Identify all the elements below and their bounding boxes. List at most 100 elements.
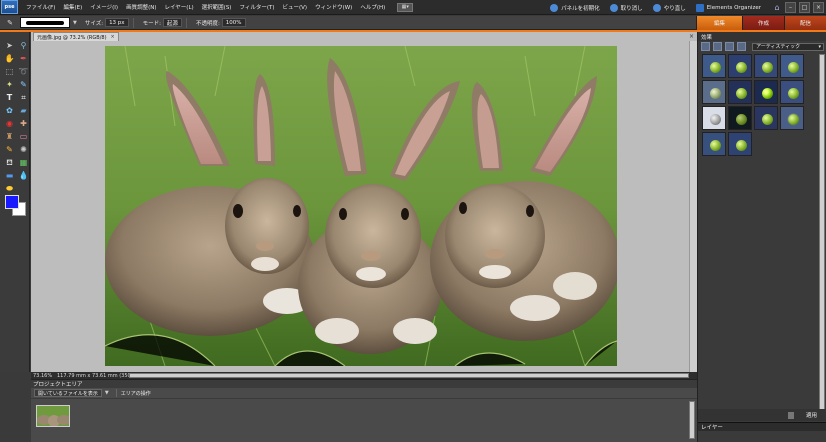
- menu-filter[interactable]: フィルター(T): [235, 3, 278, 11]
- gradient-tool-icon[interactable]: ▦: [18, 157, 29, 168]
- shape-tool-icon[interactable]: ▬: [4, 170, 15, 181]
- paint-bucket-tool-icon[interactable]: ⛾: [4, 157, 15, 168]
- quick-select-tool-icon[interactable]: ✎: [18, 79, 29, 90]
- sponge-tool-icon[interactable]: ⬬: [4, 183, 15, 194]
- effect-thumbnail[interactable]: [728, 132, 752, 156]
- hand-tool-icon[interactable]: ✋: [4, 53, 15, 64]
- effect-thumbnail[interactable]: [754, 106, 778, 130]
- effect-thumbnail[interactable]: [754, 54, 778, 78]
- reset-panels-icon: [550, 3, 559, 12]
- mode-tabs: 編集 作成 配信: [696, 16, 826, 30]
- effect-thumbnail[interactable]: [702, 132, 726, 156]
- menu-image[interactable]: イメージ(I): [86, 3, 122, 11]
- effects-panel-footer: 適用: [698, 409, 826, 421]
- menu-edit[interactable]: 編集(E): [59, 3, 86, 11]
- close-window-button[interactable]: ×: [813, 2, 824, 13]
- organizer-button[interactable]: Elements Organizer: [691, 3, 766, 12]
- chevron-down-icon[interactable]: ▼: [73, 20, 77, 26]
- undo-button[interactable]: 取り消し: [605, 3, 648, 12]
- maximize-button[interactable]: □: [799, 2, 810, 13]
- trash-icon[interactable]: [787, 411, 794, 419]
- effect-thumbnail[interactable]: [702, 54, 726, 78]
- effect-thumbnail[interactable]: [780, 106, 804, 130]
- effect-thumbnail[interactable]: [728, 80, 752, 104]
- zoom-tool-icon[interactable]: ⚲: [18, 40, 29, 51]
- menu-window[interactable]: ウィンドウ(W): [311, 3, 356, 11]
- show-open-files-select[interactable]: 開いているファイルを表示: [34, 389, 102, 397]
- project-thumbnail[interactable]: [36, 405, 70, 427]
- effect-thumbnail[interactable]: [728, 106, 752, 130]
- menu-file[interactable]: ファイル(F): [22, 3, 59, 11]
- photo-effects-icon[interactable]: [725, 42, 734, 51]
- close-icon[interactable]: ×: [111, 34, 115, 40]
- effect-thumbnail[interactable]: [780, 80, 804, 104]
- eraser-tool-icon[interactable]: ▭: [18, 131, 29, 142]
- app-window: pse ファイル(F) 編集(E) イメージ(I) 画質調整(N) レイヤー(L…: [0, 0, 826, 442]
- menu-view[interactable]: ビュー(V): [279, 3, 312, 11]
- effect-thumbnail[interactable]: [754, 80, 778, 104]
- healing-brush-tool-icon[interactable]: ✚: [18, 118, 29, 129]
- straighten-tool-icon[interactable]: ▰: [18, 105, 29, 116]
- blur-tool-icon[interactable]: 💧: [18, 170, 29, 181]
- eyedropper-tool-icon[interactable]: ✒: [18, 53, 29, 64]
- close-document-button[interactable]: ×: [689, 33, 694, 40]
- effect-thumbnail[interactable]: [780, 54, 804, 78]
- brush-preset-picker[interactable]: [20, 17, 70, 28]
- smart-brush-tool-icon[interactable]: ✺: [18, 144, 29, 155]
- mode-select[interactable]: 起源: [162, 18, 182, 27]
- chevron-down-icon: ▾: [818, 43, 821, 50]
- marquee-tool-icon[interactable]: ⬚: [4, 66, 15, 77]
- brush-tool-icon-palette[interactable]: ✎: [4, 144, 15, 155]
- cookie-cutter-tool-icon[interactable]: ✿: [4, 105, 15, 116]
- magic-wand-tool-icon[interactable]: ✦: [4, 79, 15, 90]
- clone-stamp-tool-icon[interactable]: ♜: [4, 131, 15, 142]
- redo-label: やり直し: [663, 5, 686, 12]
- menu-enhance[interactable]: 画質調整(N): [122, 3, 160, 11]
- organizer-label: Elements Organizer: [706, 4, 761, 11]
- minimize-button[interactable]: –: [785, 2, 796, 13]
- crop-tool-icon[interactable]: ⌗: [18, 92, 29, 103]
- type-tool-icon[interactable]: T: [4, 92, 15, 103]
- effect-thumbnail[interactable]: [702, 80, 726, 104]
- redo-button[interactable]: やり直し: [648, 3, 691, 12]
- effect-thumbnail[interactable]: [702, 106, 726, 130]
- move-tool-icon[interactable]: ➤: [4, 40, 15, 51]
- lasso-tool-icon[interactable]: ➰: [18, 66, 29, 77]
- size-field[interactable]: 13 px: [105, 18, 129, 27]
- menu-layer[interactable]: レイヤー(L): [160, 3, 197, 11]
- menu-help[interactable]: ヘルプ(H): [356, 3, 389, 11]
- effect-thumbnail[interactable]: [728, 54, 752, 78]
- chevron-down-icon[interactable]: ▼: [105, 390, 109, 396]
- brush-tool-icon[interactable]: ✎: [4, 17, 16, 29]
- document-area: 元画像.jpg @ 73.2% (RGB/8) × ×: [31, 32, 697, 372]
- foreground-color-swatch[interactable]: [5, 195, 19, 209]
- size-label: サイズ:: [84, 20, 104, 27]
- image-canvas[interactable]: [105, 46, 617, 366]
- filters-icon[interactable]: [701, 42, 710, 51]
- home-icon[interactable]: ⌂: [772, 3, 782, 13]
- tab-edit[interactable]: 編集: [696, 16, 742, 30]
- layers-panel-title[interactable]: レイヤー: [698, 422, 826, 431]
- document-horizontal-scrollbar[interactable]: [129, 373, 689, 378]
- zoom-level[interactable]: 73.16%: [31, 373, 53, 379]
- bin-actions-menu[interactable]: エリアの操作: [121, 390, 151, 397]
- reset-panels-button[interactable]: パネルを初期化: [545, 3, 605, 12]
- mode-label: モード:: [142, 20, 161, 27]
- project-bin-scrollbar[interactable]: [689, 401, 695, 439]
- layer-styles-icon[interactable]: [713, 42, 722, 51]
- tab-create[interactable]: 作成: [742, 16, 784, 30]
- red-eye-tool-icon[interactable]: ◉: [4, 118, 15, 129]
- effect-category-select[interactable]: アーティスティック ▾: [752, 42, 824, 51]
- effects-panel-scrollbar[interactable]: [819, 54, 825, 418]
- screen-mode-button[interactable]: ▦▾: [397, 2, 414, 12]
- apply-effect-button[interactable]: 適用: [806, 411, 817, 419]
- all-effects-icon[interactable]: [737, 42, 746, 51]
- menu-select[interactable]: 選択範囲(S): [198, 3, 236, 11]
- app-logo: pse: [1, 0, 18, 14]
- color-swatches[interactable]: [5, 195, 27, 217]
- project-bin-toolbar: 開いているファイルを表示 ▼ エリアの操作: [31, 388, 697, 399]
- opacity-field[interactable]: 100%: [221, 18, 246, 27]
- document-vertical-scrollbar[interactable]: [689, 41, 697, 372]
- tab-share[interactable]: 配信: [784, 16, 826, 30]
- document-tab[interactable]: 元画像.jpg @ 73.2% (RGB/8) ×: [33, 32, 119, 41]
